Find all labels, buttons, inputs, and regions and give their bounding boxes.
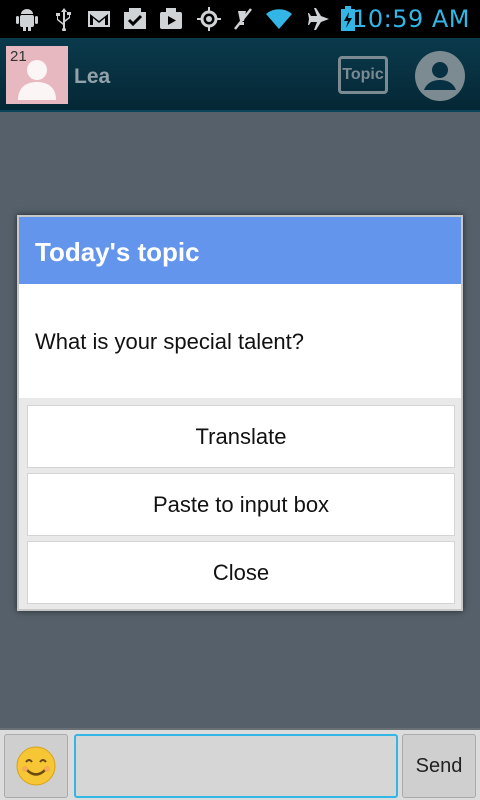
- dialog-title: Today's topic: [19, 217, 461, 284]
- usb-icon: [52, 6, 76, 32]
- topic-button-label: Topic: [342, 66, 384, 83]
- download-done-icon: [122, 6, 148, 32]
- airplane-mode-icon: [306, 6, 332, 32]
- gmail-icon: [86, 6, 112, 32]
- status-bar: 10:59 AM: [0, 0, 480, 38]
- send-button[interactable]: Send: [402, 734, 476, 798]
- gps-icon: [196, 6, 222, 32]
- dialog-message: What is your special talent?: [19, 284, 461, 398]
- mute-icon: [230, 6, 256, 32]
- android-debug-icon: [14, 6, 40, 32]
- person-icon: [18, 60, 56, 100]
- close-button[interactable]: Close: [27, 541, 455, 604]
- status-time: 10:59 AM: [352, 5, 470, 33]
- topic-button[interactable]: Topic: [338, 56, 388, 94]
- smiley-icon: [16, 746, 56, 786]
- wifi-icon: [264, 6, 294, 32]
- chat-header: 21 Lea Topic: [0, 38, 480, 112]
- paste-to-input-button[interactable]: Paste to input box: [27, 473, 455, 536]
- message-input-bar: Send: [0, 728, 480, 800]
- paste-button-label: Paste to input box: [152, 491, 330, 517]
- message-input[interactable]: [74, 734, 398, 798]
- send-button-label: Send: [415, 754, 463, 777]
- play-store-icon: [158, 6, 184, 32]
- translate-button-label: Translate: [195, 423, 287, 449]
- topic-dialog: Today's topic What is your special talen…: [17, 215, 463, 611]
- translate-button[interactable]: Translate: [27, 405, 455, 468]
- close-button-label: Close: [212, 559, 270, 585]
- account-circle-icon: [415, 51, 465, 101]
- avatar[interactable]: 21: [6, 46, 68, 104]
- emoji-button[interactable]: [4, 734, 68, 798]
- profile-button[interactable]: [414, 50, 466, 102]
- contact-name: Lea: [74, 65, 111, 88]
